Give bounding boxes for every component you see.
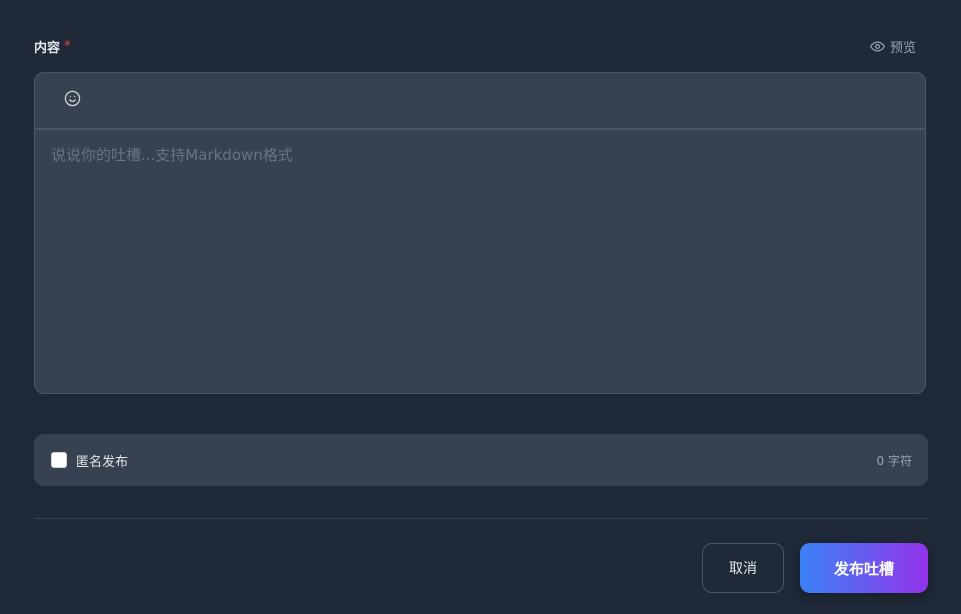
submit-button[interactable]: 发布吐槽 <box>800 543 928 593</box>
eye-icon <box>869 39 885 54</box>
markdown-editor <box>34 72 926 394</box>
content-textarea[interactable] <box>51 144 909 379</box>
editor-body <box>35 130 925 393</box>
preview-button[interactable]: 预览 <box>869 37 916 56</box>
content-label: 内容 * <box>34 37 71 56</box>
preview-label: 预览 <box>889 40 916 56</box>
smiley-icon <box>64 90 81 111</box>
char-count: 0 字符 <box>876 453 912 468</box>
required-mark: * <box>64 38 71 54</box>
editor-toolbar <box>35 73 925 130</box>
anonymous-label: 匿名发布 <box>76 454 129 470</box>
content-label-text: 内容 <box>34 40 61 56</box>
options-bar: 匿名发布 0 字符 <box>34 434 928 486</box>
anonymous-option[interactable]: 匿名发布 <box>51 451 128 470</box>
content-label-row: 内容 * 预览 <box>34 36 916 56</box>
anonymous-checkbox[interactable] <box>51 452 67 468</box>
emoji-button[interactable] <box>62 90 82 111</box>
compose-page: 内容 * 预览 说说你的吐槽...支持Markdown格式 匿名发布 0 字符 … <box>0 0 961 614</box>
divider <box>34 518 928 519</box>
cancel-button[interactable]: 取消 <box>702 543 784 593</box>
